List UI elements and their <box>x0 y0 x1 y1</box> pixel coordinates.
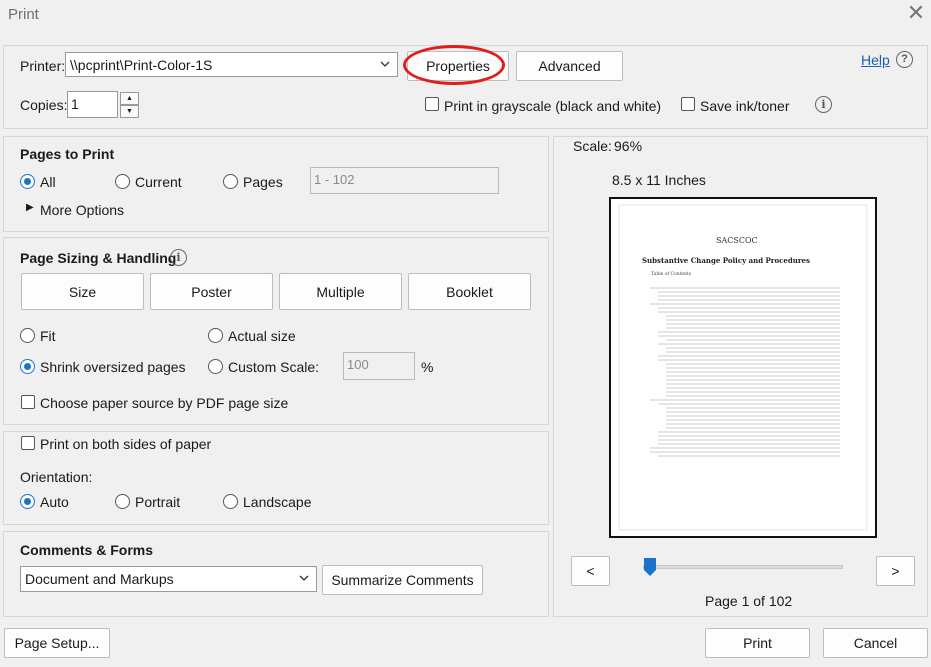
portrait-radio[interactable] <box>115 494 130 509</box>
chevron-down-icon <box>299 575 309 581</box>
properties-button[interactable]: Properties <box>407 51 509 81</box>
chevron-down-icon <box>380 61 390 67</box>
comments-heading: Comments & Forms <box>20 542 154 558</box>
scale-label: Scale: <box>573 138 612 154</box>
orientation-heading: Orientation: <box>20 469 93 485</box>
page-sizing-info-icon[interactable]: i <box>170 249 187 266</box>
paper-source-checkbox[interactable] <box>21 395 35 409</box>
landscape-radio[interactable] <box>223 494 238 509</box>
print-label: Print <box>743 635 772 651</box>
page-slider-track[interactable] <box>643 565 843 569</box>
custom-scale-label: Custom Scale: <box>228 359 320 375</box>
next-page-button[interactable]: > <box>876 556 915 586</box>
fit-label: Fit <box>40 328 56 344</box>
actual-size-label: Actual size <box>228 328 296 344</box>
both-sides-label: Print on both sides of paper <box>40 436 212 452</box>
comments-select[interactable]: Document and Markups <box>20 566 317 592</box>
current-label: Current <box>135 174 182 190</box>
tab-poster-label: Poster <box>191 283 232 300</box>
all-label: All <box>40 174 56 190</box>
close-icon[interactable]: ✕ <box>904 2 928 26</box>
tab-poster[interactable]: Poster <box>150 273 273 310</box>
advanced-label: Advanced <box>538 58 601 74</box>
properties-label: Properties <box>426 58 490 74</box>
copies-stepper[interactable]: ▲ ▼ <box>120 92 139 118</box>
stepper-up-icon[interactable]: ▲ <box>120 92 139 105</box>
fit-radio[interactable] <box>20 328 35 343</box>
copies-input[interactable]: 1 <box>67 91 118 118</box>
shrink-label: Shrink oversized pages <box>40 359 186 375</box>
comments-value: Document and Markups <box>25 571 174 587</box>
cancel-label: Cancel <box>853 635 898 651</box>
custom-scale-radio[interactable] <box>208 359 223 374</box>
pages-radio[interactable] <box>223 174 238 189</box>
grayscale-label: Print in grayscale (black and white) <box>444 98 662 114</box>
pages-label: Pages <box>243 174 283 190</box>
page-setup-button[interactable]: Page Setup... <box>4 628 110 658</box>
page-preview: SACSCOC Substantive Change Policy and Pr… <box>609 197 877 538</box>
scale-value: 96% <box>614 138 643 154</box>
pages-range-value: 1 - 102 <box>314 172 355 187</box>
summarize-comments-label: Summarize Comments <box>331 572 474 588</box>
save-ink-checkbox[interactable] <box>681 97 695 111</box>
portrait-label: Portrait <box>135 494 181 510</box>
landscape-label: Landscape <box>243 494 312 510</box>
stepper-down-icon[interactable]: ▼ <box>120 105 139 118</box>
copies-label: Copies: <box>20 97 68 113</box>
actual-size-radio[interactable] <box>208 328 223 343</box>
both-sides-checkbox[interactable] <box>21 436 35 450</box>
page-setup-label: Page Setup... <box>14 635 100 651</box>
custom-scale-input[interactable]: 100 <box>343 352 415 380</box>
tab-multiple[interactable]: Multiple <box>279 273 402 310</box>
tab-size-label: Size <box>68 283 97 300</box>
pages-to-print-heading: Pages to Print <box>20 146 115 162</box>
pages-range-input[interactable]: 1 - 102 <box>310 167 499 194</box>
more-options-toggle[interactable]: ▶ <box>26 202 34 213</box>
tab-booklet[interactable]: Booklet <box>408 273 531 310</box>
cancel-button[interactable]: Cancel <box>823 628 928 658</box>
save-ink-label: Save ink/toner <box>700 98 790 114</box>
doc-toc: Table of Contents <box>651 272 692 277</box>
shrink-radio[interactable] <box>20 359 35 374</box>
help-icon[interactable]: ? <box>896 51 913 68</box>
toc-lines <box>650 287 840 457</box>
more-options-label[interactable]: More Options <box>40 202 124 218</box>
current-radio[interactable] <box>115 174 130 189</box>
page-sizing-heading: Page Sizing & Handling <box>20 250 177 266</box>
percent-label: % <box>421 359 434 375</box>
auto-radio[interactable] <box>20 494 35 509</box>
tab-booklet-label: Booklet <box>446 283 493 300</box>
printer-select[interactable]: \\pcprint\Print-Color-1S <box>65 52 398 77</box>
help-link[interactable]: Help <box>861 52 890 68</box>
copies-value: 1 <box>71 96 79 112</box>
prev-page-button[interactable]: < <box>571 556 610 586</box>
advanced-button[interactable]: Advanced <box>516 51 623 81</box>
page-indicator: Page 1 of 102 <box>705 593 793 609</box>
auto-label: Auto <box>40 494 69 510</box>
doc-logo: SACSCOC <box>716 236 758 245</box>
window-title: Print <box>8 6 39 23</box>
prev-page-label: < <box>586 563 595 579</box>
next-page-label: > <box>891 563 900 579</box>
print-button[interactable]: Print <box>705 628 810 658</box>
summarize-comments-button[interactable]: Summarize Comments <box>322 565 483 595</box>
page-slider-thumb[interactable] <box>643 557 657 577</box>
grayscale-checkbox[interactable] <box>425 97 439 111</box>
all-radio[interactable] <box>20 174 35 189</box>
doc-title: Substantive Change Policy and Procedures <box>642 256 810 265</box>
paper-source-label: Choose paper source by PDF page size <box>40 395 289 411</box>
info-icon[interactable]: i <box>815 96 832 113</box>
tab-size[interactable]: Size <box>21 273 144 310</box>
preview-page: SACSCOC Substantive Change Policy and Pr… <box>619 205 867 530</box>
tab-multiple-label: Multiple <box>316 283 365 300</box>
printer-value: \\pcprint\Print-Color-1S <box>70 57 213 73</box>
paper-size-label: 8.5 x 11 Inches <box>612 172 706 188</box>
custom-scale-value: 100 <box>347 357 369 372</box>
printer-label: Printer: <box>20 58 66 74</box>
